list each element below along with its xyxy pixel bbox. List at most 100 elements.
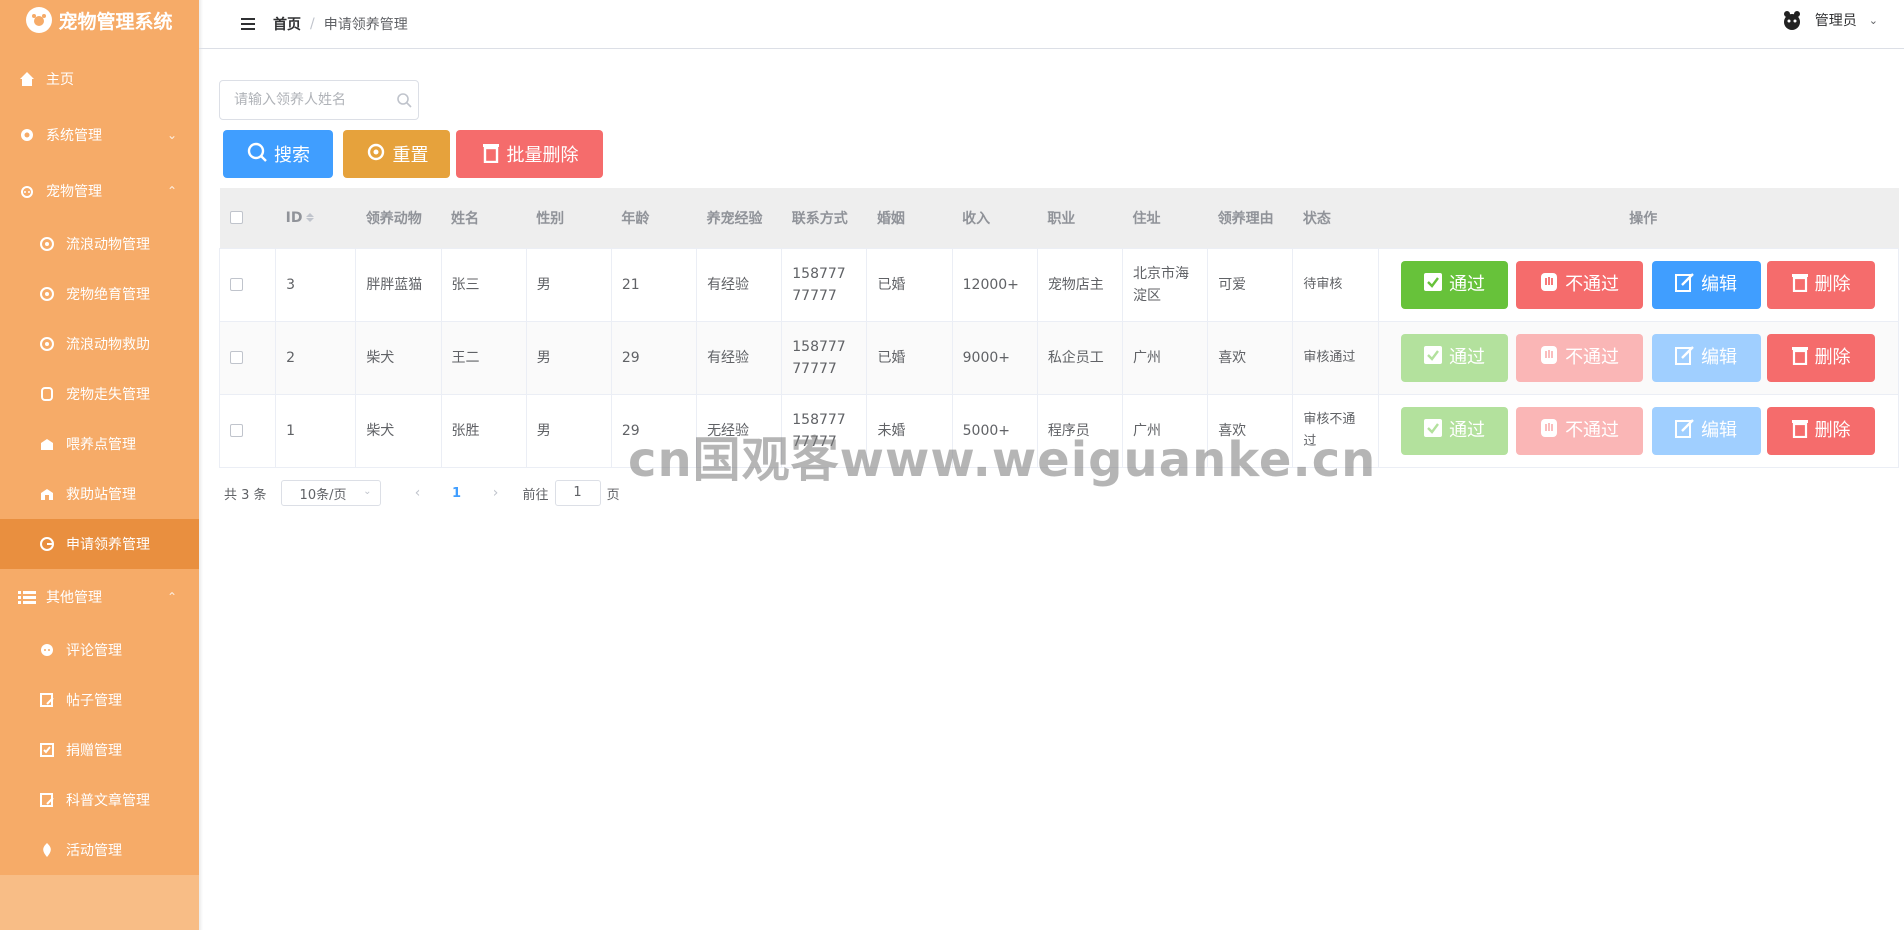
search-input[interactable] [234, 92, 389, 108]
user-name: 管理员 [1814, 13, 1857, 29]
cell-animal: 柴犬 [355, 321, 442, 395]
search-button-label: 搜索 [274, 145, 310, 165]
actions-cell: 通过 不通过 编辑 删除 [1378, 248, 1900, 322]
sidebar-item-station[interactable]: 救助站管理 [0, 469, 199, 519]
sidebar: 宠物管理系统 主页 系统管理 ⌄ 宠物管理 ⌃ 流浪动物管理 宠物绝育管理 流浪… [0, 0, 199, 930]
trash-icon [481, 141, 501, 168]
top-header: 首页 / 申请领养管理 管理员 ⌄ [199, 0, 1904, 49]
sidebar-item-label: 帖子管理 [66, 693, 122, 709]
cell-phone: 15877777777 [781, 248, 868, 322]
station-icon [38, 485, 56, 503]
edit-icon [1675, 345, 1695, 371]
approve-button: 通过 [1400, 406, 1508, 455]
cell-gender: 男 [526, 321, 612, 395]
sidebar-item-label: 喂养点管理 [66, 437, 136, 453]
page-suffix: 页 [606, 487, 620, 503]
search-icon [246, 141, 268, 168]
cell-gender: 男 [526, 394, 612, 468]
pagination-total: 共 3 条 [224, 487, 267, 503]
cell-reason: 可爱 [1207, 248, 1294, 322]
delete-button[interactable]: 删除 [1766, 333, 1875, 382]
approve-button[interactable]: 通过 [1400, 260, 1508, 309]
reset-button[interactable]: 重置 [343, 130, 450, 178]
page-number-current[interactable]: 1 [433, 486, 481, 501]
row-checkbox[interactable] [230, 424, 243, 437]
sidebar-item-home[interactable]: 主页 [0, 54, 199, 104]
reject-button: 不通过 [1515, 406, 1643, 455]
cell-experience: 有经验 [696, 321, 783, 395]
sidebar-item-label: 流浪动物管理 [66, 237, 150, 253]
menu-toggle-icon[interactable] [241, 18, 255, 30]
lost-pet-icon [38, 385, 56, 403]
article-icon [38, 791, 56, 809]
reject-button: 不通过 [1515, 333, 1643, 382]
sidebar-item-lost-pet[interactable]: 宠物走失管理 [0, 369, 199, 419]
next-page-button[interactable]: › [481, 485, 511, 501]
adoption-icon [38, 535, 56, 553]
reject-button[interactable]: 不通过 [1515, 260, 1643, 309]
chevron-up-icon: ⌃ [166, 184, 177, 198]
row-checkbox[interactable] [230, 278, 243, 291]
edit-button[interactable]: 编辑 [1651, 260, 1761, 309]
sidebar-item-feeding-point[interactable]: 喂养点管理 [0, 419, 199, 469]
breadcrumb-home[interactable]: 首页 [273, 14, 301, 34]
batch-delete-button[interactable]: 批量删除 [456, 130, 603, 178]
chevron-down-icon: ⌄ [363, 486, 372, 497]
status-badge: 待审核 [1292, 248, 1379, 322]
sidebar-item-label: 申请领养管理 [66, 537, 150, 553]
prev-page-button[interactable]: ‹ [403, 485, 433, 501]
chevron-down-icon: ⌄ [166, 128, 177, 142]
search-icon[interactable] [396, 92, 412, 112]
sidebar-item-rescue[interactable]: 流浪动物救助 [0, 319, 199, 369]
cell-animal: 胖胖蓝猫 [355, 248, 442, 322]
trash-icon [1791, 272, 1809, 298]
goto-label: 前往 [522, 487, 549, 503]
sidebar-item-neuter[interactable]: 宠物绝育管理 [0, 269, 199, 319]
activity-icon [38, 841, 56, 859]
cell-reason: 喜欢 [1207, 321, 1294, 395]
sidebar-item-comment[interactable]: 评论管理 [0, 625, 199, 675]
hand-stop-icon [1539, 345, 1559, 371]
cell-animal: 柴犬 [355, 394, 442, 468]
sidebar-item-label: 其他管理 [46, 590, 102, 606]
column-header-id[interactable]: ID [275, 188, 356, 249]
sidebar-shadow [199, 0, 203, 930]
chevron-down-icon: ⌄ [1868, 13, 1878, 27]
cell-marriage: 已婚 [866, 248, 953, 322]
column-header: 性别 [526, 188, 612, 249]
trash-icon [1791, 418, 1809, 444]
column-header-actions: 操作 [1378, 188, 1899, 249]
sort-icon[interactable] [306, 213, 315, 223]
column-header: 婚姻 [866, 188, 953, 249]
search-button[interactable]: 搜索 [223, 130, 333, 178]
sidebar-item-label: 活动管理 [66, 843, 122, 859]
sidebar-item-other[interactable]: 其他管理 ⌃ [0, 572, 199, 622]
page-size-select[interactable]: 10条/页 ⌄ [280, 480, 381, 506]
sidebar-item-label: 系统管理 [46, 128, 102, 144]
row-checkbox[interactable] [230, 351, 243, 364]
sidebar-item-adoption[interactable]: 申请领养管理 [0, 519, 199, 569]
select-all-checkbox[interactable] [229, 211, 243, 225]
sidebar-item-system[interactable]: 系统管理 ⌄ [0, 110, 199, 160]
cell-name: 张胜 [441, 394, 527, 468]
sidebar-item-donate[interactable]: 捐赠管理 [0, 725, 199, 775]
cell-experience: 有经验 [696, 248, 783, 322]
sidebar-item-article[interactable]: 科普文章管理 [0, 775, 199, 825]
sidebar-item-activity[interactable]: 活动管理 [0, 825, 199, 875]
gear-icon [18, 126, 36, 144]
cell-income: 12000+ [952, 248, 1038, 322]
stray-animal-icon [38, 235, 56, 253]
edit-icon [1675, 272, 1695, 298]
user-menu[interactable]: 管理员 ⌄ [1781, 0, 1878, 40]
goto-page-input[interactable]: 1 [554, 480, 601, 506]
sidebar-item-label: 宠物走失管理 [66, 387, 150, 403]
delete-button[interactable]: 删除 [1766, 260, 1875, 309]
sidebar-item-label: 流浪动物救助 [66, 337, 150, 353]
cell-id: 2 [275, 321, 357, 395]
sidebar-item-pet[interactable]: 宠物管理 ⌃ [0, 166, 199, 216]
sidebar-item-stray-animal[interactable]: 流浪动物管理 [0, 219, 199, 269]
check-icon [1423, 272, 1443, 298]
search-field[interactable] [219, 80, 419, 120]
sidebar-item-post[interactable]: 帖子管理 [0, 675, 199, 725]
delete-button[interactable]: 删除 [1766, 406, 1875, 455]
